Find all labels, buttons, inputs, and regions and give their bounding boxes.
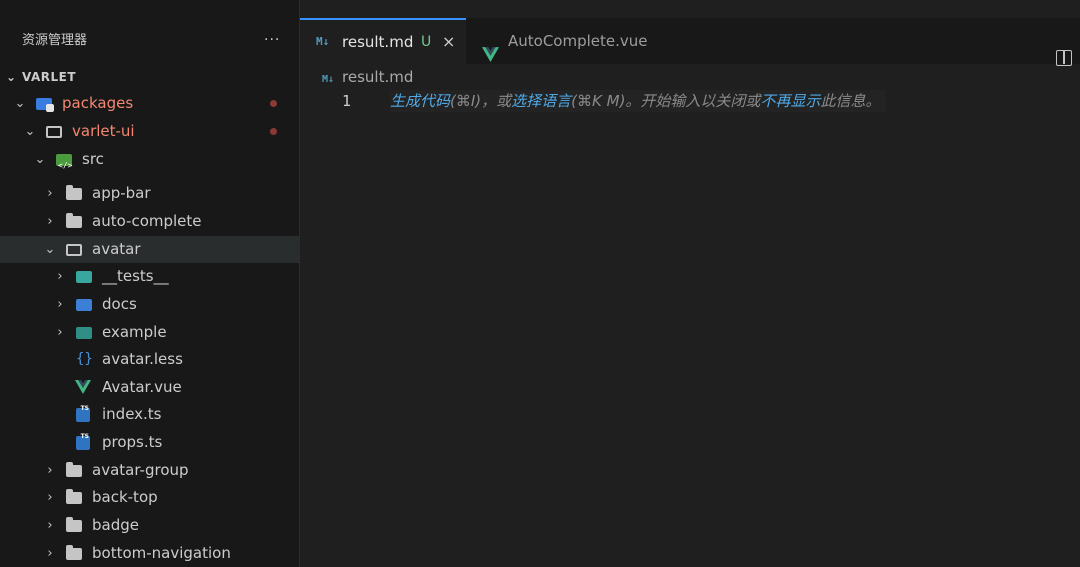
vue-file-icon [482,34,499,80]
tree-item-label: docs [102,295,137,313]
example-folder-icon [76,327,92,339]
chevron-right-icon: › [47,214,53,229]
tests-folder-icon [76,271,92,283]
hint-text: (⌘K M)。开始输入以关闭或 [571,92,761,110]
folder-icon [66,489,82,504]
tree-item-label: back-top [92,488,158,506]
folder-icon [66,517,82,532]
dont-show-again-link[interactable]: 不再显示 [760,92,820,110]
chevron-down-icon: ⌄ [6,70,17,84]
tree-item-label: avatar [92,240,141,258]
tree-item-back-top[interactable]: › back-top [0,484,300,511]
tree-item-label: index.ts [102,405,162,423]
explorer-sidebar: 资源管理器 ··· ⌄ VARLET ⌄ packages ⌄ varlet-u… [0,0,300,567]
chevron-right-icon: › [47,518,53,533]
tree-item-auto-complete[interactable]: › auto-complete [0,208,300,235]
tree-item-app-bar[interactable]: › app-bar [0,180,300,207]
breadcrumb[interactable]: M↓ result.md [322,66,413,88]
tree-item-label: avatar.less [102,350,183,368]
select-language-link[interactable]: 选择语言 [511,92,571,110]
tree-item-docs[interactable]: › docs [0,291,300,318]
tab-result-md[interactable]: M↓ result.md U × [300,18,466,64]
markdown-icon: M↓ [316,35,330,48]
folder-open-icon [66,244,82,256]
tab-bar: M↓ result.md U × AutoComplete.vue [300,18,1080,66]
line-number: 1 [342,92,352,110]
tree-item-label: bottom-navigation [92,544,231,562]
docs-folder-icon [76,299,92,311]
tree-item-index-ts[interactable]: index.ts [0,395,300,428]
chevron-right-icon: › [47,186,53,201]
breadcrumb-file: result.md [342,68,414,86]
chevron-down-icon: ⌄ [34,152,46,167]
untracked-badge: U [421,34,432,50]
tree-item-label: src [82,150,104,168]
tab-autocomplete-vue[interactable]: AutoComplete.vue [466,18,666,64]
source-folder-icon [56,152,72,179]
typescript-file-icon [76,395,90,422]
tree-item-label: props.ts [102,433,163,451]
folder-open-icon [46,126,62,138]
close-icon[interactable]: × [442,20,455,64]
tree-item-label: app-bar [92,184,151,202]
modified-dot-icon [270,100,277,107]
workspace-section-header[interactable]: ⌄ VARLET [0,66,300,88]
vscode-window: 资源管理器 ··· ⌄ VARLET ⌄ packages ⌄ varlet-u… [0,0,1080,567]
tree-item-bottom-navigation[interactable]: › bottom-navigation [0,540,300,567]
tab-label: AutoComplete.vue [508,32,648,50]
modified-dot-icon [270,128,277,135]
tree-item-label: auto-complete [92,212,202,230]
folder-icon [66,213,82,228]
tree-item-example[interactable]: › example [0,319,300,346]
tree-item-avatar-less[interactable]: {} avatar.less [0,346,300,373]
tree-item-label: example [102,323,167,341]
explorer-title: 资源管理器 [22,33,88,48]
editor-placeholder-hint: 生成代码(⌘I)，或选择语言(⌘K M)。开始输入以关闭或不再显示此信息。 [390,90,887,112]
tree-item-label: badge [92,516,139,534]
package-folder-icon [36,98,54,112]
folder-icon [66,185,82,200]
hint-text: (⌘I)，或 [450,92,512,110]
folder-icon [66,545,82,560]
generate-code-link[interactable]: 生成代码 [390,92,450,110]
tree-item-badge[interactable]: › badge [0,512,300,539]
editor-area: M↓ result.md U × AutoComplete.vue M↓ resu… [300,0,1080,567]
tree-item-label: avatar-group [92,461,189,479]
more-actions-icon[interactable]: ··· [264,29,280,51]
chevron-right-icon: › [47,463,53,478]
chevron-down-icon: ⌄ [14,96,26,111]
tree-item-props-ts[interactable]: props.ts [0,423,300,456]
tree-item-src[interactable]: ⌄ src [0,146,300,179]
markdown-icon: M↓ [322,74,335,85]
tree-item-label: packages [62,94,134,112]
tree-item-label: __tests__ [102,267,169,285]
tree-item-label: Avatar.vue [102,378,182,396]
less-file-icon: {} [76,351,93,367]
tree-item-packages[interactable]: ⌄ packages [0,90,300,117]
tree-item-varlet-ui[interactable]: ⌄ varlet-ui [0,118,300,145]
split-editor-icon[interactable] [1056,50,1072,66]
tree-item-tests[interactable]: › __tests__ [0,263,300,290]
chevron-right-icon: › [47,546,53,561]
folder-icon [66,462,82,477]
chevron-down-icon: ⌄ [24,124,36,139]
chevron-right-icon: › [47,490,53,505]
chevron-down-icon: ⌄ [44,242,56,257]
tree-item-avatar[interactable]: ⌄ avatar [0,236,300,263]
chevron-right-icon: › [57,325,63,340]
tree-item-label: varlet-ui [72,122,135,140]
tree-item-avatar-group[interactable]: › avatar-group [0,457,300,484]
tab-label: result.md [342,33,414,51]
typescript-file-icon [76,423,90,450]
hint-text: 此信息。 [820,92,881,110]
chevron-right-icon: › [57,297,63,312]
chevron-right-icon: › [57,269,63,284]
tree-item-avatar-vue[interactable]: Avatar.vue [0,374,300,401]
workspace-name: VARLET [22,70,77,84]
